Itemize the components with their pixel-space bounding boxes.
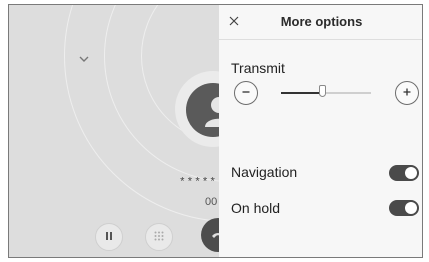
minus-icon [241, 84, 251, 102]
transmit-label: Transmit [231, 60, 285, 76]
keypad-icon [154, 228, 164, 246]
pause-button[interactable] [95, 223, 123, 251]
panel-title: More options [280, 14, 363, 29]
transmit-decrease-button[interactable] [234, 81, 258, 105]
on-hold-toggle[interactable] [389, 200, 419, 216]
screen-frame: ***** 00 More options Transmit Navigatio… [8, 4, 423, 258]
toggle-knob [405, 202, 417, 214]
pause-icon [104, 228, 114, 246]
navigation-label: Navigation [231, 164, 298, 180]
transmit-increase-button[interactable] [395, 81, 419, 105]
panel-header: More options [219, 5, 422, 40]
caller-number: ***** [179, 177, 218, 189]
transmit-slider[interactable] [281, 85, 371, 97]
call-duration: 00 [205, 196, 218, 208]
keypad-button[interactable] [145, 223, 173, 251]
more-options-panel: More options Transmit Navigation On hold [219, 5, 422, 257]
toggle-knob [405, 167, 417, 179]
plus-icon [402, 84, 412, 102]
transmit-slider-fill [281, 92, 322, 94]
transmit-slider-thumb[interactable] [318, 85, 326, 97]
navigation-toggle[interactable] [389, 165, 419, 181]
chevron-down-icon[interactable] [77, 51, 91, 62]
on-hold-label: On hold [231, 200, 281, 216]
